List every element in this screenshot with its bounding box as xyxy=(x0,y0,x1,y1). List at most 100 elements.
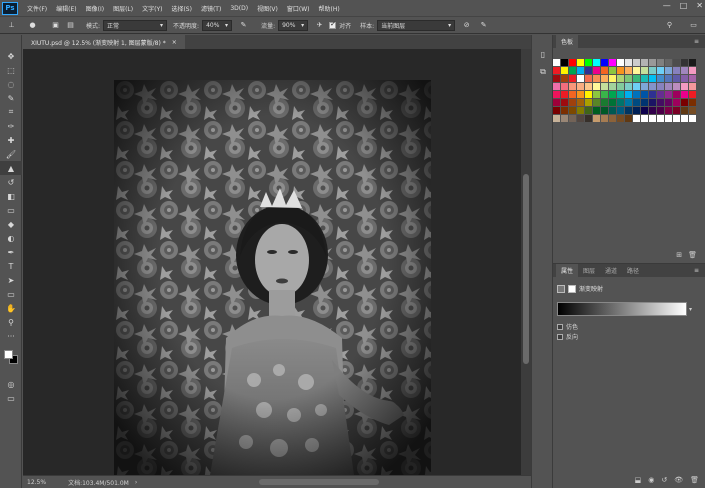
color-swatch[interactable] xyxy=(681,99,688,106)
color-swatch[interactable] xyxy=(681,91,688,98)
menu-edit[interactable]: 编辑(E) xyxy=(56,4,76,13)
edit-toolbar-button[interactable]: ··· xyxy=(0,329,22,343)
color-swatch[interactable] xyxy=(633,75,640,82)
reverse-checkbox[interactable] xyxy=(557,333,563,340)
color-swatch[interactable] xyxy=(553,115,560,122)
color-swatch[interactable] xyxy=(681,75,688,82)
color-swatch[interactable] xyxy=(633,91,640,98)
color-swatch[interactable] xyxy=(569,115,576,122)
color-swatch[interactable] xyxy=(601,59,608,66)
color-swatch[interactable] xyxy=(569,75,576,82)
color-swatch[interactable] xyxy=(617,75,624,82)
new-swatch-icon[interactable]: ⊞ xyxy=(676,251,682,262)
color-swatch[interactable] xyxy=(577,115,584,122)
color-swatch[interactable] xyxy=(601,99,608,106)
color-swatch[interactable] xyxy=(657,83,664,90)
color-swatch[interactable] xyxy=(609,115,616,122)
color-swatch[interactable] xyxy=(625,115,632,122)
color-swatch[interactable] xyxy=(617,115,624,122)
zoom-tool[interactable]: ⚲ xyxy=(0,315,22,329)
color-swatch[interactable] xyxy=(625,67,632,74)
color-swatch[interactable] xyxy=(569,99,576,106)
tab-swatches[interactable]: 色板 xyxy=(556,35,579,48)
quick-select-tool[interactable]: ✎ xyxy=(0,91,22,105)
screen-mode-button[interactable]: ▭ xyxy=(0,391,22,405)
color-swatch[interactable] xyxy=(585,67,592,74)
color-swatch[interactable] xyxy=(553,59,560,66)
color-swatch[interactable] xyxy=(673,115,680,122)
gradient-map-bar[interactable] xyxy=(557,302,687,316)
color-swatch[interactable] xyxy=(633,107,640,114)
color-swatch[interactable] xyxy=(601,107,608,114)
mask-icon[interactable] xyxy=(568,284,576,293)
reset-icon[interactable]: ↺ xyxy=(661,476,667,488)
vertical-scrollbar[interactable] xyxy=(521,49,531,475)
color-swatch[interactable] xyxy=(553,75,560,82)
opacity-input[interactable]: 40% ▾ xyxy=(202,19,233,31)
color-swatch[interactable] xyxy=(593,99,600,106)
color-swatch[interactable] xyxy=(657,67,664,74)
panel-menu-icon[interactable]: ≡ xyxy=(694,38,699,45)
color-swatch[interactable] xyxy=(577,99,584,106)
view-previous-icon[interactable]: ◉ xyxy=(648,476,654,488)
color-swatch[interactable] xyxy=(649,59,656,66)
color-swatch[interactable] xyxy=(657,99,664,106)
menu-view[interactable]: 视图(V) xyxy=(257,4,278,13)
toggle-brush-panel-icon[interactable]: ▣ xyxy=(50,20,61,31)
color-swatch[interactable] xyxy=(673,107,680,114)
marquee-tool[interactable]: ⬚ xyxy=(0,63,22,77)
move-tool[interactable]: ✥ xyxy=(0,49,22,63)
foreground-color[interactable] xyxy=(4,350,13,359)
clone-source-panel-button[interactable]: ⧉ xyxy=(532,63,554,81)
pressure-size-icon[interactable]: ✎ xyxy=(478,20,489,31)
color-swatch[interactable] xyxy=(641,107,648,114)
color-swatch[interactable] xyxy=(665,99,672,106)
color-swatch[interactable] xyxy=(601,75,608,82)
color-swatch[interactable] xyxy=(657,75,664,82)
color-swatch[interactable] xyxy=(689,115,696,122)
color-swatch[interactable] xyxy=(649,67,656,74)
chevron-down-icon[interactable]: ▾ xyxy=(689,306,692,313)
color-swatch[interactable] xyxy=(633,83,640,90)
color-swatch[interactable] xyxy=(561,91,568,98)
color-swatch[interactable] xyxy=(569,67,576,74)
color-swatch[interactable] xyxy=(561,67,568,74)
color-swatch[interactable] xyxy=(649,91,656,98)
color-swatch[interactable] xyxy=(641,67,648,74)
lasso-tool[interactable]: ◌ xyxy=(0,77,22,91)
trash-icon[interactable]: 🗑 xyxy=(690,476,699,488)
color-swatch[interactable] xyxy=(673,99,680,106)
color-swatch[interactable] xyxy=(641,59,648,66)
color-swatch[interactable] xyxy=(577,59,584,66)
color-swatch[interactable] xyxy=(553,107,560,114)
clone-stamp-tool[interactable]: ▲ xyxy=(0,161,22,175)
menu-file[interactable]: 文件(F) xyxy=(27,4,47,13)
color-swatch[interactable] xyxy=(617,107,624,114)
panel-menu-icon[interactable]: ≡ xyxy=(694,267,699,274)
color-swatch[interactable] xyxy=(585,59,592,66)
menu-image[interactable]: 图像(I) xyxy=(86,4,104,13)
color-swatch[interactable] xyxy=(633,59,640,66)
dither-option[interactable]: 仿色 xyxy=(557,322,578,331)
color-swatch[interactable] xyxy=(689,59,696,66)
color-swatch[interactable] xyxy=(569,107,576,114)
color-swatch[interactable] xyxy=(617,59,624,66)
minimize-button[interactable]: — xyxy=(663,1,671,10)
color-swatch[interactable] xyxy=(681,115,688,122)
color-swatch[interactable] xyxy=(689,75,696,82)
color-swatch[interactable] xyxy=(657,91,664,98)
color-swatch[interactable] xyxy=(673,83,680,90)
hand-tool[interactable]: ✋ xyxy=(0,301,22,315)
color-swatch[interactable] xyxy=(625,99,632,106)
color-swatch[interactable] xyxy=(577,107,584,114)
crop-tool[interactable]: ⌗ xyxy=(0,105,22,119)
zoom-level[interactable]: 12.5% xyxy=(27,479,46,486)
color-swatch[interactable] xyxy=(593,83,600,90)
color-swatch[interactable] xyxy=(617,99,624,106)
color-swatch[interactable] xyxy=(577,75,584,82)
ignore-adjustment-icon[interactable]: ⊘ xyxy=(461,20,472,31)
horizontal-scroll-thumb[interactable] xyxy=(259,479,379,485)
flow-input[interactable]: 90% ▾ xyxy=(278,19,309,31)
dither-checkbox[interactable] xyxy=(557,323,563,330)
toggle-clone-source-icon[interactable]: ▤ xyxy=(65,20,76,31)
